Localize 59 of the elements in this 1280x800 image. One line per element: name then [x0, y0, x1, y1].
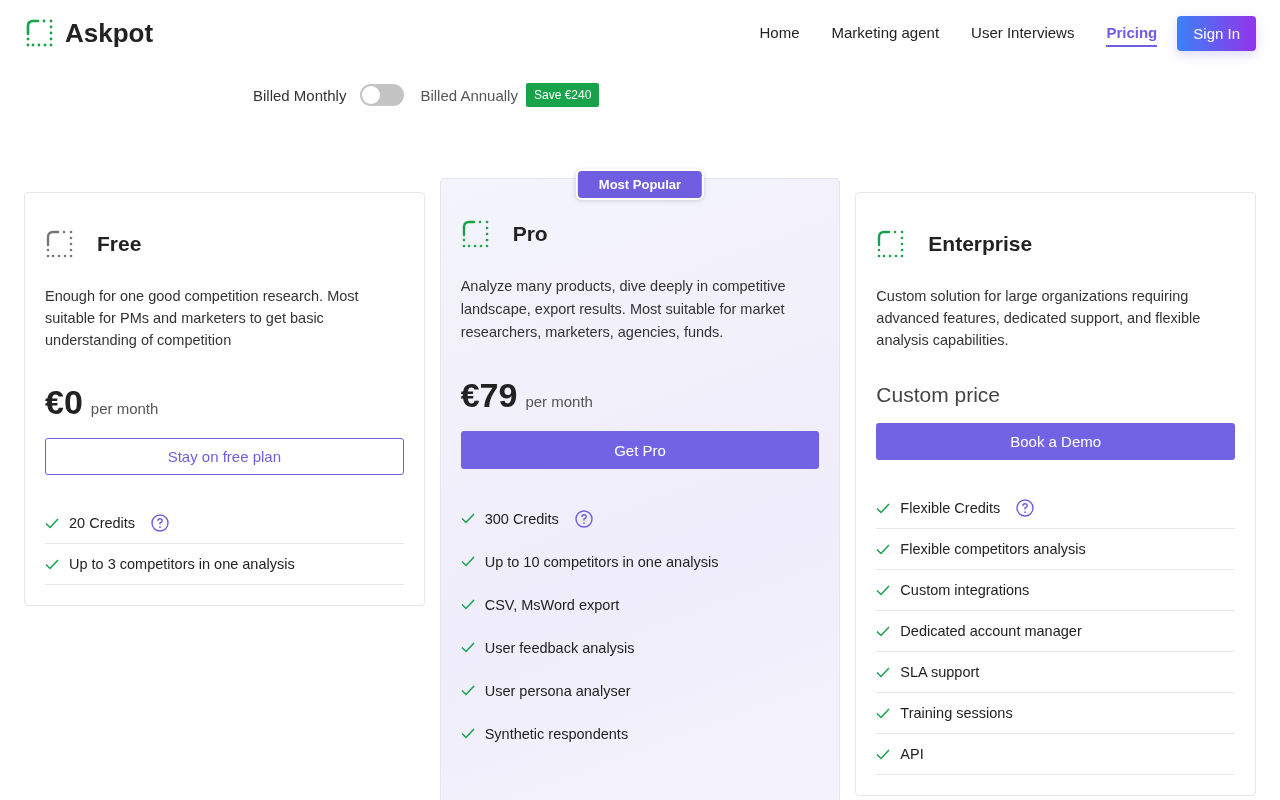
plan-description: Enough for one good competition research. Most suitable for PMs and marketers to get basic understanding of competition [45, 287, 360, 350]
check-icon [876, 543, 891, 555]
check-icon [460, 728, 475, 739]
plan-price: €79 [460, 376, 518, 415]
check-icon [876, 502, 891, 514]
nav-link[interactable]: Marketing agent [831, 19, 940, 47]
logo-icon [25, 18, 55, 48]
plan-name: Enterprise [928, 232, 1033, 256]
plan-price: €0 [45, 383, 83, 422]
plan-price: Custom price [876, 383, 1001, 407]
feature-text: CSV, MsWord export [484, 596, 620, 613]
sign-in-button[interactable]: Sign In [1177, 15, 1256, 51]
plan-name: Free [97, 232, 142, 256]
help-icon[interactable] [1016, 499, 1035, 517]
feature-text: User feedback analysis [484, 639, 635, 656]
check-icon [460, 599, 475, 610]
billing-toggle[interactable] [360, 84, 405, 106]
price-period: per month [525, 393, 593, 410]
check-icon [460, 685, 475, 696]
feature-text: 300 Credits [484, 510, 559, 527]
popular-badge: Most Popular [575, 169, 705, 200]
check-icon [876, 666, 891, 678]
plan-button[interactable]: Get Pro [460, 431, 820, 469]
feature-text: SLA support [900, 664, 980, 680]
help-icon[interactable] [151, 514, 170, 532]
check-icon [876, 584, 891, 596]
plan-button[interactable]: Stay on free plan [45, 438, 404, 475]
feature-text: API [900, 746, 924, 762]
check-icon [460, 513, 475, 524]
check-icon [45, 517, 59, 529]
plan-description: Custom solution for large organizations requiring advanced features, dedicated support, and flexible analysis capabilities. [876, 287, 1202, 350]
feature-text: Dedicated account manager [900, 623, 1082, 639]
nav-link[interactable]: Home [759, 19, 800, 47]
check-icon [460, 642, 475, 653]
plan-name: Pro [512, 222, 548, 246]
feature-text: Custom integrations [900, 582, 1030, 598]
price-period: per month [90, 400, 159, 417]
billing-label: Billed Monthly [253, 86, 347, 104]
feature-text: 20 Credits [69, 515, 136, 531]
plan-button[interactable]: Book a Demo [876, 423, 1235, 460]
feature-text: Training sessions [900, 705, 1013, 721]
check-icon [460, 556, 475, 567]
brand-name[interactable]: Askpot [65, 17, 154, 49]
feature-text: User persona analyser [484, 682, 631, 699]
check-icon [45, 558, 59, 570]
feature-text: Flexible Credits [900, 500, 1001, 516]
plan-description: Analyze many products, dive deeply in competitive landscape, export results. Most suitable for market researchers, marketers, agencies, funds. [460, 277, 787, 342]
feature-text: Up to 3 competitors in one analysis [69, 556, 295, 572]
help-icon[interactable] [574, 509, 593, 528]
check-icon [876, 707, 891, 719]
check-icon [876, 748, 891, 760]
nav-link[interactable]: Pricing [1106, 19, 1158, 47]
feature-text: Flexible competitors analysis [900, 541, 1086, 557]
save-badge: Save €240 [525, 83, 600, 107]
nav-link[interactable]: User Interviews [971, 19, 1075, 47]
check-icon [876, 625, 891, 637]
billing-label: Billed Annually [420, 86, 518, 104]
feature-text: Synthetic respondents [484, 725, 629, 742]
feature-text: Up to 10 competitors in one analysis [484, 553, 719, 570]
